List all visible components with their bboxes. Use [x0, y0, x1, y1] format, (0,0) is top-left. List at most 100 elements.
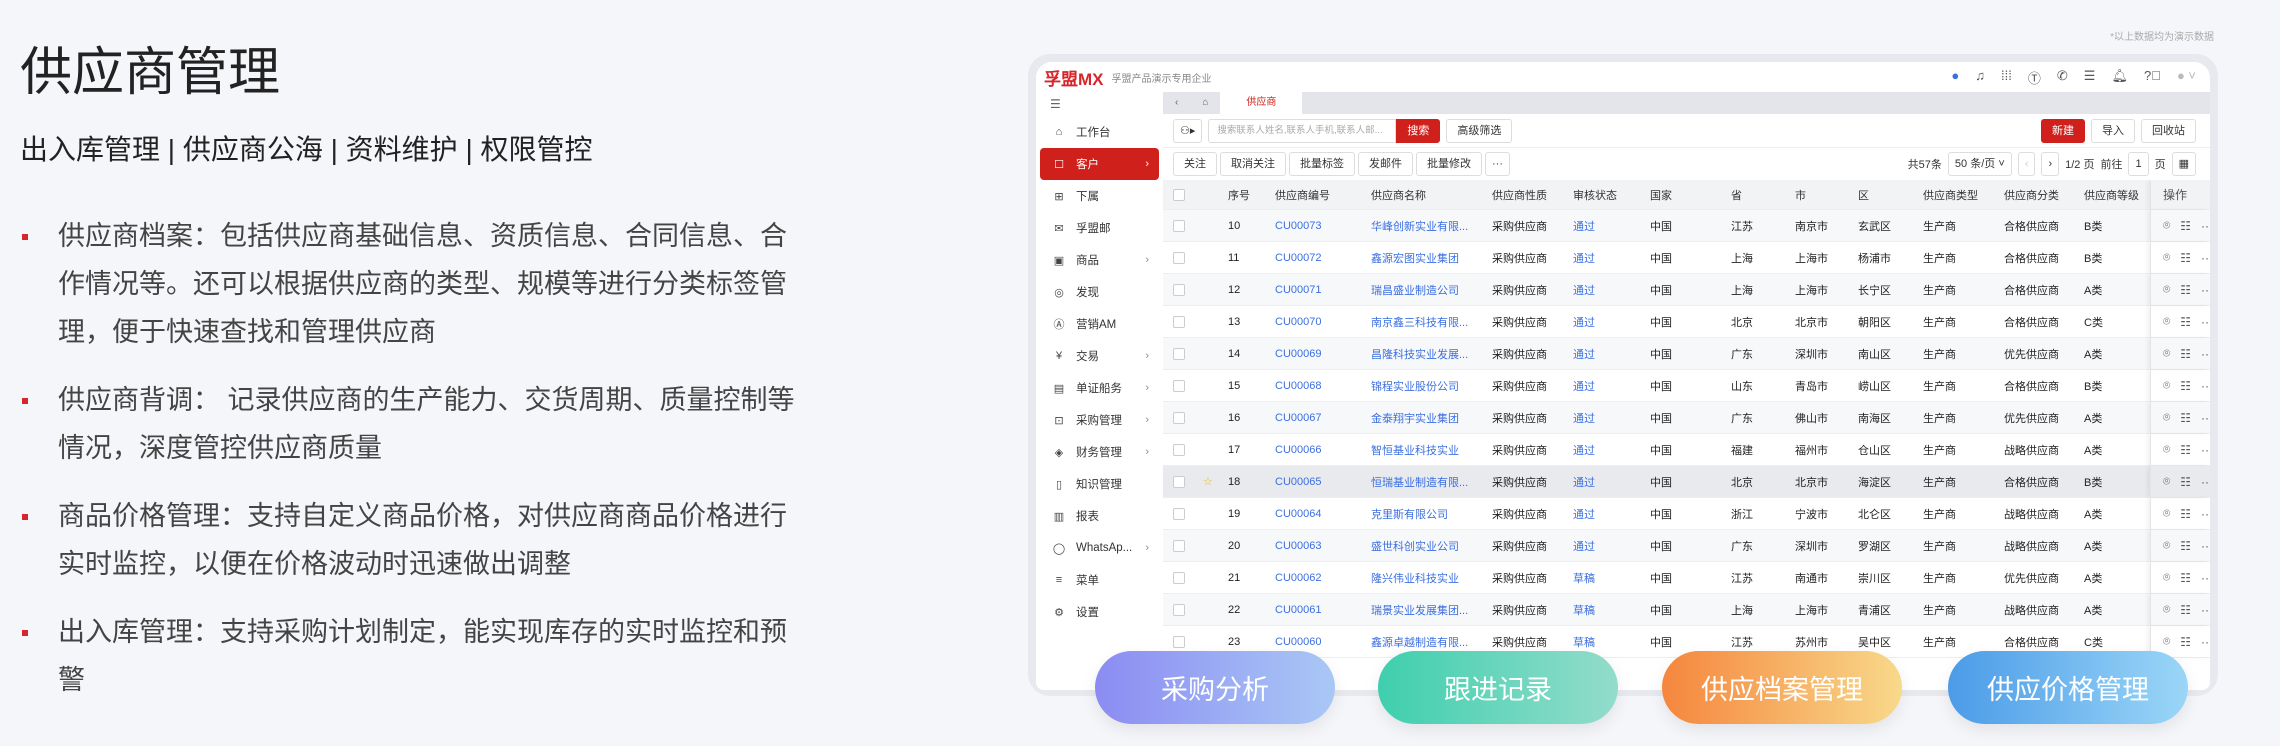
row-checkbox[interactable] — [1173, 274, 1185, 305]
supplier-code-cell[interactable]: CU00069 — [1275, 338, 1321, 369]
checkbox-box[interactable] — [1173, 475, 1185, 488]
page-size-select[interactable]: 50 条/页 ˅ — [1947, 152, 2012, 176]
tag-icon[interactable]: ⌾ — [2163, 282, 2170, 297]
supplier-code-cell[interactable]: CU00072 — [1275, 242, 1321, 273]
review-status-cell[interactable]: 通过 — [1573, 370, 1595, 401]
sidebar-item[interactable]: ▥ 报表 — [1040, 500, 1159, 532]
ai-assistant-icon[interactable]: ● — [1951, 68, 1959, 87]
review-status-cell[interactable]: 通过 — [1573, 338, 1595, 369]
table-row[interactable]: 20 CU00063 盛世科创实业公司 采购供应商 通过 中国 广东 深圳市 罗湖区 生产商 战略供… — [1163, 530, 2210, 562]
detail-list-icon[interactable]: ☷ — [2180, 283, 2191, 297]
row-checkbox[interactable] — [1173, 594, 1185, 625]
column-header[interactable]: 序号 — [1228, 180, 1250, 209]
schedule-icon[interactable]: ☰ — [2084, 68, 2096, 87]
checkbox-box[interactable] — [1173, 539, 1185, 552]
supplier-name-cell[interactable]: 金泰翔宇实业集团 — [1371, 402, 1459, 433]
checkbox-box[interactable] — [1173, 411, 1185, 424]
table-row[interactable]: 13 CU00070 南京鑫三科技有限... 采购供应商 通过 中国 北京 北京市 朝阳区 生产商… — [1163, 306, 2210, 338]
row-checkbox[interactable] — [1173, 562, 1185, 593]
contact-filter-button[interactable]: ⚇▸ — [1173, 118, 1203, 143]
review-status-cell[interactable]: 草稿 — [1573, 594, 1595, 625]
detail-list-icon[interactable]: ☷ — [2180, 219, 2191, 233]
goto-page-input[interactable]: 1 — [2128, 152, 2149, 176]
detail-list-icon[interactable]: ☷ — [2180, 539, 2191, 553]
sidebar-item[interactable]: ▯ 知识管理 — [1040, 468, 1159, 500]
sidebar-item[interactable]: ¥ 交易 › — [1040, 340, 1159, 372]
checkbox-box[interactable] — [1173, 379, 1185, 392]
collapse-menu-icon[interactable]: ☰ — [1036, 92, 1163, 116]
detail-list-icon[interactable]: ☷ — [2180, 411, 2191, 425]
help-icon[interactable]: ?⃝ — [2144, 68, 2161, 87]
tab-home-icon[interactable]: ⌂ — [1190, 92, 1220, 114]
feature-pill-button[interactable]: 供应价格管理 — [1948, 651, 2188, 724]
row-checkbox[interactable] — [1173, 338, 1185, 369]
more-icon[interactable]: ··· — [2201, 347, 2210, 361]
detail-list-icon[interactable]: ☷ — [2180, 603, 2191, 617]
checkbox-box[interactable] — [1173, 188, 1185, 201]
tag-icon[interactable]: ⌾ — [2163, 314, 2170, 329]
headset-icon[interactable]: ♫ — [1975, 68, 1985, 87]
checkbox-box[interactable] — [1173, 219, 1185, 232]
sidebar-item[interactable]: ⊡ 采购管理 › — [1040, 404, 1159, 436]
feature-pill-button[interactable]: 跟进记录 — [1378, 651, 1618, 724]
supplier-code-cell[interactable]: CU00068 — [1275, 370, 1321, 401]
column-header[interactable]: 省 — [1731, 180, 1742, 209]
column-header[interactable]: 供应商等级 — [2084, 180, 2139, 209]
search-button[interactable]: 搜索 — [1396, 118, 1441, 143]
supplier-code-cell[interactable]: CU00061 — [1275, 594, 1321, 625]
more-icon[interactable]: ··· — [2201, 411, 2210, 425]
column-header[interactable]: 市 — [1795, 180, 1806, 209]
tag-icon[interactable]: ⌾ — [2163, 250, 2170, 265]
checkbox-box[interactable] — [1173, 603, 1185, 616]
whatsapp-icon[interactable]: ✆ — [2057, 68, 2068, 87]
more-icon[interactable]: ··· — [2201, 603, 2210, 617]
tag-icon[interactable]: ⌾ — [2163, 538, 2170, 553]
tag-icon[interactable]: ⌾ — [2163, 346, 2170, 361]
supplier-name-cell[interactable]: 南京鑫三科技有限... — [1371, 306, 1468, 337]
avatar[interactable]: ● ˅ — [2177, 68, 2196, 87]
checkbox-box[interactable] — [1173, 443, 1185, 456]
checkbox-box[interactable] — [1173, 251, 1185, 264]
review-status-cell[interactable]: 通过 — [1573, 498, 1595, 529]
detail-list-icon[interactable]: ☷ — [2180, 635, 2191, 649]
checkbox-box[interactable] — [1173, 315, 1185, 328]
sidebar-item[interactable]: ⚙ 设置 — [1040, 596, 1159, 628]
row-checkbox[interactable] — [1173, 498, 1185, 529]
review-status-cell[interactable]: 通过 — [1573, 242, 1595, 273]
review-status-cell[interactable]: 通过 — [1573, 402, 1595, 433]
table-row[interactable]: 14 CU00069 昌隆科技实业发展... 采购供应商 通过 中国 广东 深圳市 南山区 生产商… — [1163, 338, 2210, 370]
column-header[interactable]: 供应商分类 — [2004, 180, 2059, 209]
table-row[interactable]: 17 CU00066 智恒基业科技实业 采购供应商 通过 中国 福建 福州市 仓山区 生产商 战略供… — [1163, 434, 2210, 466]
search-input[interactable]: 搜索联系人姓名,联系人手机,联系人邮... — [1208, 118, 1397, 143]
supplier-code-cell[interactable]: CU00063 — [1275, 530, 1321, 561]
detail-list-icon[interactable]: ☷ — [2180, 251, 2191, 265]
checkbox-box[interactable] — [1173, 635, 1185, 648]
t-icon[interactable]: Ⓣ — [2028, 68, 2041, 87]
more-icon[interactable]: ··· — [2201, 379, 2210, 393]
supplier-code-cell[interactable]: CU00062 — [1275, 562, 1321, 593]
sidebar-item[interactable]: ⌂ 工作台 — [1040, 116, 1159, 148]
detail-list-icon[interactable]: ☷ — [2180, 571, 2191, 585]
more-actions-button[interactable]: ··· — [1485, 152, 1510, 176]
sidebar-item[interactable]: ◯ WhatsAp... › — [1040, 532, 1159, 564]
star-icon[interactable]: ☆ — [1203, 466, 1213, 497]
sidebar-item[interactable]: ▣ 商品 › — [1040, 244, 1159, 276]
more-icon[interactable]: ··· — [2201, 443, 2210, 457]
supplier-name-cell[interactable]: 恒瑞基业制造有限... — [1371, 466, 1468, 497]
review-status-cell[interactable]: 通过 — [1573, 306, 1595, 337]
tag-icon[interactable]: ⌾ — [2163, 602, 2170, 617]
table-row[interactable]: 16 CU00067 金泰翔宇实业集团 采购供应商 通过 中国 广东 佛山市 南海区 生产商 优先供… — [1163, 402, 2210, 434]
checkbox-box[interactable] — [1173, 347, 1185, 360]
batch-tag-button[interactable]: 批量标签 — [1289, 152, 1355, 176]
supplier-name-cell[interactable]: 鑫源宏图实业集团 — [1371, 242, 1459, 273]
supplier-code-cell[interactable]: CU00066 — [1275, 434, 1321, 465]
detail-list-icon[interactable]: ☷ — [2180, 379, 2191, 393]
more-icon[interactable]: ··· — [2201, 475, 2210, 489]
logo[interactable]: 孚盟MX — [1044, 65, 1104, 90]
sidebar-item[interactable]: ⊞ 下属 — [1040, 180, 1159, 212]
tag-icon[interactable]: ⌾ — [2163, 410, 2170, 425]
next-page-button[interactable]: › — [2041, 152, 2060, 176]
import-button[interactable]: 导入 — [2091, 119, 2135, 143]
sidebar-item[interactable]: Ⓐ 营销AM — [1040, 308, 1159, 340]
supplier-code-cell[interactable]: CU00071 — [1275, 274, 1321, 305]
